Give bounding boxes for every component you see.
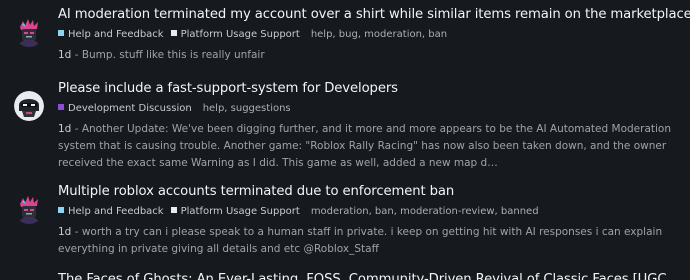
- category-color-square: [170, 207, 177, 213]
- topic-excerpt[interactable]: 1d - worth a try can i please speak to a…: [58, 224, 684, 258]
- category-color-square: [170, 30, 177, 36]
- topic-tags[interactable]: help, suggestions: [203, 102, 291, 116]
- topic-meta: Help and Feedback Platform Usage Support h…: [58, 28, 684, 42]
- pink-punk-avatar-icon: [14, 17, 44, 47]
- topic-age: 1d: [58, 49, 72, 61]
- category-color-square: [58, 30, 64, 36]
- user-avatar[interactable]: [14, 91, 44, 121]
- topic-title[interactable]: Please include a fast-support-system for…: [58, 80, 684, 98]
- topic-tags[interactable]: help, bug, moderation, ban: [311, 28, 447, 42]
- topic-excerpt[interactable]: 1d - Another Update: We've been digging …: [58, 121, 684, 172]
- pink-punk-avatar-icon: [14, 194, 44, 224]
- topic-meta: Development Discussion help, suggestions: [58, 102, 684, 116]
- topic-title[interactable]: The Faces of Ghosts: An Ever-Lasting, FO…: [58, 271, 684, 280]
- user-avatar[interactable]: [14, 194, 44, 224]
- category-color-square: [58, 207, 64, 213]
- category-badge[interactable]: Platform Usage Support: [170, 205, 300, 219]
- category-badge[interactable]: Platform Usage Support: [170, 28, 300, 42]
- category-badge[interactable]: Development Discussion: [58, 102, 192, 116]
- category-color-square: [58, 104, 64, 110]
- topic-tags[interactable]: moderation, ban, moderation-review, bann…: [311, 205, 539, 219]
- helmet-avatar-icon: [14, 91, 44, 121]
- user-avatar[interactable]: [14, 17, 44, 47]
- topic-age: 1d: [58, 226, 72, 238]
- topic-excerpt[interactable]: 1d - Bump. stuff like this is really unf…: [58, 47, 684, 64]
- topic-title[interactable]: Multiple roblox accounts terminated due …: [58, 183, 684, 201]
- topic-list: AI moderation terminated my account over…: [0, 0, 690, 280]
- category-badge[interactable]: Help and Feedback: [58, 28, 164, 42]
- topic-meta: Help and Feedback Platform Usage Support m…: [58, 205, 684, 219]
- topic-age: 1d: [58, 123, 72, 135]
- category-badge[interactable]: Help and Feedback: [58, 205, 164, 219]
- topic-title[interactable]: AI moderation terminated my account over…: [58, 6, 690, 24]
